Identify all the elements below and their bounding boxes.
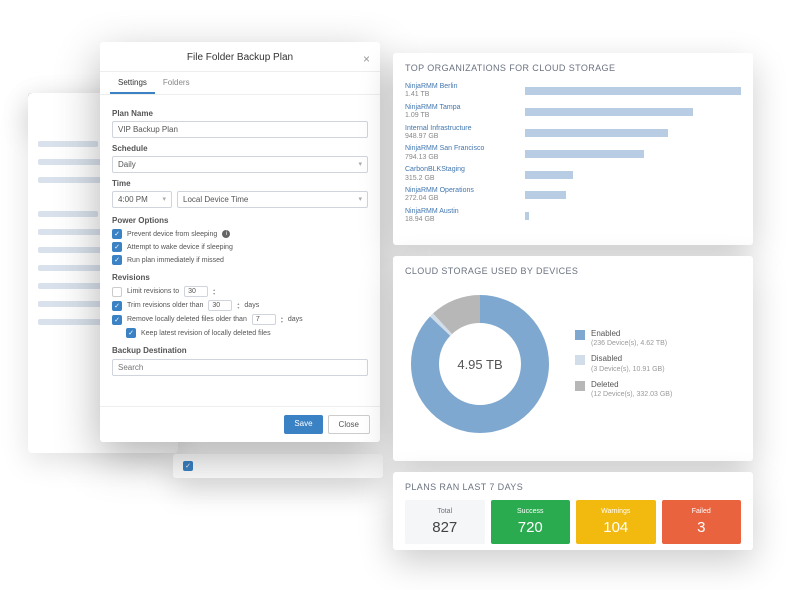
org-value: 1.41 TB xyxy=(405,91,525,99)
org-bar xyxy=(525,87,741,95)
org-name: NinjaRMM Berlin xyxy=(405,83,525,91)
time-input[interactable]: 4:00 PM xyxy=(112,191,172,208)
org-bar xyxy=(525,212,741,220)
legend-swatch xyxy=(575,381,585,391)
org-name: NinjaRMM Austin xyxy=(405,208,525,216)
org-row[interactable]: NinjaRMM Operations272.04 GB xyxy=(393,185,753,206)
tab-settings[interactable]: Settings xyxy=(110,72,155,94)
schedule-label: Schedule xyxy=(112,144,368,153)
tab-folders[interactable]: Folders xyxy=(155,72,198,94)
run-if-missed-label: Run plan immediately if missed xyxy=(127,257,224,264)
org-value: 1.09 TB xyxy=(405,112,525,120)
close-button[interactable]: Close xyxy=(328,415,370,434)
limit-revisions-input[interactable]: 30 xyxy=(184,286,208,297)
keep-latest-deleted-label: Keep latest revision of locally deleted … xyxy=(141,330,271,337)
check-icon[interactable]: ✓ xyxy=(183,461,193,471)
power-options-heading: Power Options xyxy=(112,216,368,225)
modal-title: File Folder Backup Plan × xyxy=(100,42,380,72)
org-row[interactable]: NinjaRMM Austin18.94 GB xyxy=(393,206,753,227)
backup-destination-heading: Backup Destination xyxy=(112,346,368,355)
org-value: 948.97 GB xyxy=(405,133,525,141)
plan-name-label: Plan Name xyxy=(112,109,368,118)
org-row[interactable]: CarbonBLKStaging315.2 GB xyxy=(393,164,753,185)
legend-item[interactable]: Enabled(236 Device(s), 4.62 TB) xyxy=(575,329,741,348)
modal-tabs: Settings Folders xyxy=(100,72,380,95)
revisions-heading: Revisions xyxy=(112,273,368,282)
background-checkbox-card: ✓ xyxy=(173,454,383,478)
plans-ran-title: PLANS RAN LAST 7 DAYS xyxy=(393,472,753,500)
org-bar xyxy=(525,171,741,179)
limit-revisions-checkbox[interactable] xyxy=(112,287,122,297)
org-row[interactable]: NinjaRMM Berlin1.41 TB xyxy=(393,81,753,102)
org-value: 794.13 GB xyxy=(405,154,525,162)
stat-failed[interactable]: Failed 3 xyxy=(662,500,742,544)
legend-sublabel: (236 Device(s), 4.62 TB) xyxy=(591,339,667,348)
legend-swatch xyxy=(575,355,585,365)
close-icon[interactable]: × xyxy=(363,52,370,66)
timezone-select[interactable]: Local Device Time xyxy=(177,191,368,208)
legend-item[interactable]: Disabled(3 Device(s), 10.91 GB) xyxy=(575,354,741,373)
trim-older-stepper[interactable]: ▴▾ xyxy=(237,302,239,310)
org-value: 315.2 GB xyxy=(405,175,525,183)
legend-sublabel: (12 Device(s), 332.03 GB) xyxy=(591,390,672,399)
modal-footer: Save Close xyxy=(100,406,380,442)
prevent-sleep-label: Prevent device from sleeping xyxy=(127,231,217,238)
save-button[interactable]: Save xyxy=(284,415,322,434)
backup-destination-search[interactable] xyxy=(112,359,368,376)
cloud-storage-title: CLOUD STORAGE USED BY DEVICES xyxy=(393,256,753,284)
legend-sublabel: (3 Device(s), 10.91 GB) xyxy=(591,365,665,374)
stat-total[interactable]: Total 827 xyxy=(405,500,485,544)
org-row[interactable]: NinjaRMM San Francisco794.13 GB xyxy=(393,143,753,164)
modal-body: Plan Name VIP Backup Plan Schedule Daily… xyxy=(100,95,380,406)
remove-deleted-stepper[interactable]: ▴▾ xyxy=(281,316,283,324)
org-name: NinjaRMM Tampa xyxy=(405,104,525,112)
stat-success[interactable]: Success 720 xyxy=(491,500,571,544)
keep-latest-deleted-checkbox[interactable]: ✓ xyxy=(126,328,136,338)
trim-older-unit: days xyxy=(244,302,259,309)
org-bar xyxy=(525,108,741,116)
time-label: Time xyxy=(112,179,368,188)
legend-label: Disabled xyxy=(591,354,665,364)
org-bar xyxy=(525,129,741,137)
legend-swatch xyxy=(575,330,585,340)
cloud-storage-card: CLOUD STORAGE USED BY DEVICES 4.95 TB En… xyxy=(393,256,753,461)
legend-item[interactable]: Deleted(12 Device(s), 332.03 GB) xyxy=(575,380,741,399)
plans-ran-card: PLANS RAN LAST 7 DAYS Total 827 Success … xyxy=(393,472,753,550)
org-row[interactable]: NinjaRMM Tampa1.09 TB xyxy=(393,102,753,123)
trim-older-checkbox[interactable]: ✓ xyxy=(112,301,122,311)
limit-revisions-label: Limit revisions to xyxy=(127,288,179,295)
org-name: NinjaRMM Operations xyxy=(405,187,525,195)
top-orgs-card: TOP ORGANIZATIONS FOR CLOUD STORAGE Ninj… xyxy=(393,53,753,245)
remove-deleted-unit: days xyxy=(288,316,303,323)
donut-chart: 4.95 TB xyxy=(405,289,555,439)
top-orgs-title: TOP ORGANIZATIONS FOR CLOUD STORAGE xyxy=(393,53,753,81)
run-if-missed-checkbox[interactable]: ✓ xyxy=(112,255,122,265)
wake-device-checkbox[interactable]: ✓ xyxy=(112,242,122,252)
schedule-select[interactable]: Daily xyxy=(112,156,368,173)
org-bar xyxy=(525,191,741,199)
legend-label: Enabled xyxy=(591,329,667,339)
trim-older-label: Trim revisions older than xyxy=(127,302,203,309)
org-row[interactable]: Internal Infrastructure948.97 GB xyxy=(393,123,753,144)
trim-older-input[interactable]: 30 xyxy=(208,300,232,311)
remove-deleted-input[interactable]: 7 xyxy=(252,314,276,325)
org-name: NinjaRMM San Francisco xyxy=(405,145,525,153)
limit-revisions-stepper[interactable]: ▴▾ xyxy=(213,288,215,296)
org-bar xyxy=(525,150,741,158)
wake-device-label: Attempt to wake device if sleeping xyxy=(127,244,233,251)
remove-deleted-label: Remove locally deleted files older than xyxy=(127,316,247,323)
donut-legend: Enabled(236 Device(s), 4.62 TB)Disabled(… xyxy=(555,323,741,405)
org-name: CarbonBLKStaging xyxy=(405,166,525,174)
plan-name-input[interactable]: VIP Backup Plan xyxy=(112,121,368,138)
legend-label: Deleted xyxy=(591,380,672,390)
backup-plan-modal: File Folder Backup Plan × Settings Folde… xyxy=(100,42,380,442)
prevent-sleep-checkbox[interactable]: ✓ xyxy=(112,229,122,239)
org-value: 18.94 GB xyxy=(405,216,525,224)
stat-warnings[interactable]: Warnings 104 xyxy=(576,500,656,544)
remove-deleted-checkbox[interactable]: ✓ xyxy=(112,315,122,325)
org-name: Internal Infrastructure xyxy=(405,125,525,133)
donut-total: 4.95 TB xyxy=(405,289,555,439)
org-value: 272.04 GB xyxy=(405,195,525,203)
info-icon[interactable]: i xyxy=(222,230,230,238)
